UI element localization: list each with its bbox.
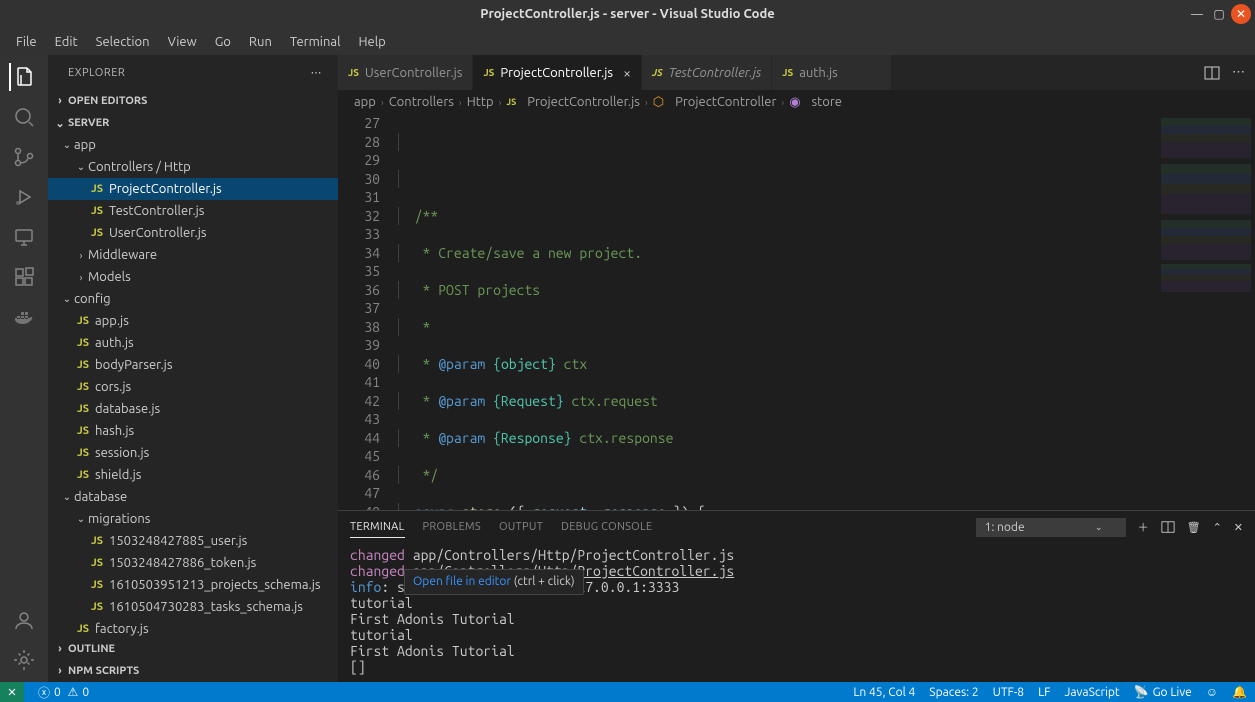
more-actions-icon[interactable]: ⋯ (1232, 65, 1245, 80)
file-cors[interactable]: JS cors.js (48, 376, 338, 398)
window-title: ProjectController.js - server - Visual S… (480, 7, 775, 21)
section-server[interactable]: ⌄SERVER (48, 112, 338, 134)
file-database[interactable]: JS database.js (48, 398, 338, 420)
editor-area: JSUserController.js JSProjectController.… (338, 55, 1255, 682)
file-shield[interactable]: JS shield.js (48, 464, 338, 486)
breadcrumb-http[interactable]: Http (467, 95, 494, 109)
menu-view[interactable]: View (160, 32, 205, 52)
remote-explorer-icon[interactable] (10, 223, 38, 251)
tab-testcontroller[interactable]: JSTestController.js (642, 55, 772, 90)
file-appjs[interactable]: JS app.js (48, 310, 338, 332)
menu-file[interactable]: File (8, 32, 45, 52)
sidebar-more-icon[interactable]: ⋯ (311, 66, 323, 79)
menu-selection[interactable]: Selection (88, 32, 158, 52)
panel-tab-problems[interactable]: PROBLEMS (423, 517, 481, 537)
status-spaces[interactable]: Spaces: 2 (929, 686, 978, 699)
menubar: File Edit Selection View Go Run Terminal… (0, 28, 1255, 55)
breadcrumbs[interactable]: app› Controllers› Http› JS ProjectContro… (338, 90, 1255, 114)
search-icon[interactable] (10, 103, 38, 131)
breadcrumb-app[interactable]: app (354, 95, 376, 109)
editor-tabs: JSUserController.js JSProjectController.… (338, 55, 1255, 90)
split-terminal-icon[interactable] (1161, 520, 1175, 534)
file-session[interactable]: JS session.js (48, 442, 338, 464)
sidebar-title-label: EXPLORER (68, 67, 125, 79)
folder-controllers-http[interactable]: ⌄Controllers / Http (48, 156, 338, 178)
tab-close-icon[interactable]: × (623, 65, 631, 81)
file-mig3[interactable]: JS 1610503951213_projects_schema.js (48, 574, 338, 596)
new-terminal-icon[interactable]: ＋ (1138, 519, 1149, 535)
status-encoding[interactable]: UTF-8 (993, 686, 1024, 699)
folder-migrations[interactable]: ⌄migrations (48, 508, 338, 530)
panel: TERMINAL PROBLEMS OUTPUT DEBUG CONSOLE 1… (338, 510, 1255, 682)
remote-indicator[interactable] (0, 682, 24, 702)
file-mig4[interactable]: JS 1610504730283_tasks_schema.js (48, 596, 338, 618)
link-tooltip: Open file in editor (ctrl + click) (404, 569, 584, 595)
window-close-button[interactable]: ✕ (1231, 4, 1251, 24)
titlebar: ProjectController.js - server - Visual S… (0, 0, 1255, 28)
menu-go[interactable]: Go (207, 32, 239, 52)
section-open-editors[interactable]: ›OPEN EDITORS (48, 90, 338, 112)
status-eol[interactable]: LF (1038, 686, 1050, 699)
tab-usercontroller[interactable]: JSUserController.js (338, 55, 473, 90)
split-editor-icon[interactable] (1204, 65, 1220, 81)
file-tree: ⌄app ⌄Controllers / Http JS ProjectContr… (48, 134, 338, 638)
folder-middleware[interactable]: ›Middleware (48, 244, 338, 266)
tab-authjs[interactable]: JSauth.js (772, 55, 892, 90)
file-testcontroller[interactable]: JS TestController.js (48, 200, 338, 222)
file-mig2[interactable]: JS 1503248427886_token.js (48, 552, 338, 574)
section-outline[interactable]: ›OUTLINE (48, 638, 338, 660)
panel-tab-output[interactable]: OUTPUT (499, 517, 543, 537)
file-hash[interactable]: JS hash.js (48, 420, 338, 442)
status-lncol[interactable]: Ln 45, Col 4 (853, 686, 915, 699)
line-gutter: 2728293031323334353637383940414243444546… (338, 114, 398, 510)
maximize-panel-icon[interactable]: ⌃ (1213, 521, 1222, 534)
status-errors[interactable]: ⓧ 0 ⚠ 0 (38, 684, 89, 701)
kill-terminal-icon[interactable]: 🗑 (1187, 521, 1201, 534)
folder-database[interactable]: ⌄database (48, 486, 338, 508)
file-factory[interactable]: JS factory.js (48, 618, 338, 638)
close-panel-icon[interactable]: ✕ (1234, 521, 1243, 534)
breadcrumb-class[interactable]: ⬡ ProjectController (653, 95, 777, 110)
window-minimize-button[interactable]: — (1187, 4, 1207, 24)
file-mig1[interactable]: JS 1503248427885_user.js (48, 530, 338, 552)
folder-models[interactable]: ›Models (48, 266, 338, 288)
explorer-icon[interactable] (9, 63, 37, 91)
panel-tab-terminal[interactable]: TERMINAL (350, 517, 405, 538)
window-maximize-button[interactable]: ▢ (1209, 4, 1229, 24)
activitybar (0, 55, 48, 682)
terminal-output[interactable]: Open file in editor (ctrl + click)change… (338, 543, 1255, 682)
status-bell-icon[interactable]: 🔔 (1232, 685, 1247, 699)
file-usercontroller[interactable]: JS UserController.js (48, 222, 338, 244)
status-feedback-icon[interactable]: ☺ (1206, 685, 1218, 699)
status-golive[interactable]: 📡 Go Live (1134, 685, 1192, 699)
source-control-icon[interactable] (10, 143, 38, 171)
folder-app[interactable]: ⌄app (48, 134, 338, 156)
sidebar: EXPLORER ⋯ ›OPEN EDITORS ⌄SERVER ⌄app ⌄C… (48, 55, 338, 682)
menu-run[interactable]: Run (241, 32, 280, 52)
settings-gear-icon[interactable] (10, 646, 38, 674)
status-language[interactable]: JavaScript (1065, 686, 1120, 699)
file-projectcontroller[interactable]: JS ProjectController.js (48, 178, 338, 200)
extensions-icon[interactable] (10, 263, 38, 291)
breadcrumb-file[interactable]: JS ProjectController.js (506, 95, 640, 109)
minimap[interactable] (1155, 114, 1255, 510)
menu-help[interactable]: Help (350, 32, 393, 52)
menu-edit[interactable]: Edit (47, 32, 86, 52)
statusbar: ⓧ 0 ⚠ 0 Ln 45, Col 4 Spaces: 2 UTF-8 LF … (0, 682, 1255, 702)
code-editor[interactable]: /** * Create/save a new project. * POST … (398, 114, 1155, 510)
file-authjs[interactable]: JS auth.js (48, 332, 338, 354)
tab-projectcontroller[interactable]: JSProjectController.js× (473, 55, 642, 90)
debug-icon[interactable] (10, 183, 38, 211)
terminal-selector[interactable]: 1: node⌄ (976, 518, 1126, 537)
sidebar-title: EXPLORER ⋯ (48, 55, 338, 90)
menu-terminal[interactable]: Terminal (282, 32, 349, 52)
breadcrumb-controllers[interactable]: Controllers (389, 95, 454, 109)
folder-config[interactable]: ⌄config (48, 288, 338, 310)
panel-tab-debug[interactable]: DEBUG CONSOLE (561, 517, 652, 537)
docker-icon[interactable] (10, 303, 38, 331)
section-npm-scripts[interactable]: ›NPM SCRIPTS (48, 660, 338, 682)
breadcrumb-method[interactable]: ◉ store (789, 95, 842, 110)
file-bodyparser[interactable]: JS bodyParser.js (48, 354, 338, 376)
accounts-icon[interactable] (10, 606, 38, 634)
